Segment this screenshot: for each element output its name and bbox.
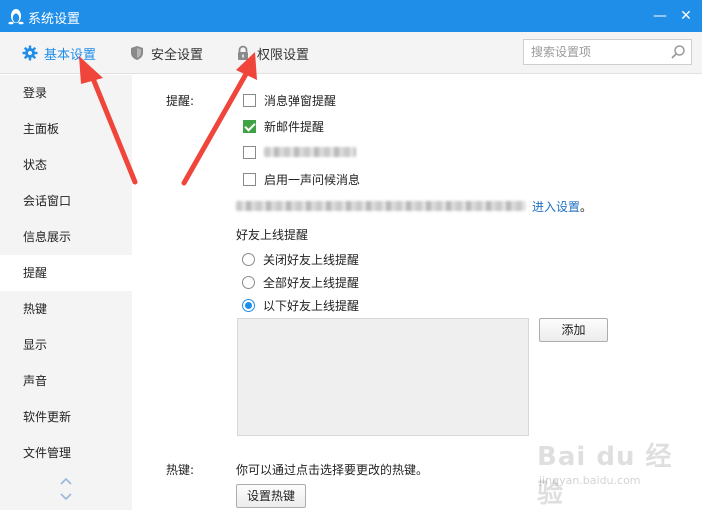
sidebar-item-status[interactable]: 状态 bbox=[0, 147, 132, 183]
option-blurred[interactable] bbox=[243, 144, 356, 160]
hotkey-section-label: 热键: bbox=[166, 463, 195, 477]
tab-security-settings[interactable]: 安全设置 bbox=[129, 32, 203, 74]
option-all-friend-online-label: 全部好友上线提醒 bbox=[263, 275, 360, 290]
sidebar-item-reminder[interactable]: 提醒 bbox=[0, 255, 132, 291]
title-bar: 系统设置 — ✕ bbox=[0, 0, 702, 32]
sidebar-item-sound[interactable]: 声音 bbox=[0, 363, 132, 399]
tab-basic-settings-label: 基本设置 bbox=[44, 47, 97, 63]
blurred-description bbox=[236, 201, 526, 211]
sidebar-item-hotkey[interactable]: 热键 bbox=[0, 291, 132, 327]
sidebar-item-chat-window[interactable]: 会话窗口 bbox=[0, 183, 132, 219]
friend-list-box[interactable] bbox=[237, 318, 529, 436]
search-input[interactable] bbox=[524, 40, 664, 64]
sidebar-item-login[interactable]: 登录 bbox=[0, 75, 132, 111]
tab-permission-settings-label: 权限设置 bbox=[257, 47, 310, 63]
tab-bar: 基本设置 安全设置 权限设置 bbox=[0, 32, 702, 74]
close-button[interactable]: ✕ bbox=[676, 6, 696, 26]
sidebar-item-software-update[interactable]: 软件更新 bbox=[0, 399, 132, 435]
reminder-section-label: 提醒: bbox=[166, 94, 195, 108]
sidebar: 登录 主面板 状态 会话窗口 信息展示 提醒 热键 显示 声音 软件更新 文件管… bbox=[0, 75, 132, 510]
blurred-setting-row: 进入设置 。 bbox=[236, 198, 592, 214]
option-new-mail[interactable]: 新邮件提醒 bbox=[243, 118, 324, 134]
option-selected-friend-online-label: 以下好友上线提醒 bbox=[263, 298, 360, 313]
checkbox-greeting[interactable] bbox=[243, 172, 256, 186]
sidebar-scroll-arrows[interactable] bbox=[58, 474, 74, 504]
chevron-down-icon bbox=[60, 493, 72, 501]
add-friend-button[interactable]: 添加 bbox=[539, 318, 608, 342]
search-icon[interactable] bbox=[670, 44, 686, 60]
sidebar-item-main-panel[interactable]: 主面板 bbox=[0, 111, 132, 147]
option-new-mail-label: 新邮件提醒 bbox=[264, 119, 325, 134]
minimize-button[interactable]: — bbox=[650, 6, 670, 26]
watermark-sub: jingyan.baidu.com bbox=[539, 474, 641, 487]
gear-icon bbox=[22, 45, 38, 61]
hotkey-description: 你可以通过点击选择要更改的热键。 bbox=[236, 463, 429, 477]
option-message-popup-label: 消息弹窗提醒 bbox=[264, 93, 337, 108]
radio-selected-friend-online[interactable] bbox=[242, 298, 255, 312]
tab-permission-settings[interactable]: 权限设置 bbox=[235, 32, 309, 74]
sidebar-item-display[interactable]: 显示 bbox=[0, 327, 132, 363]
option-all-friend-online[interactable]: 全部好友上线提醒 bbox=[242, 274, 359, 290]
shield-icon bbox=[131, 46, 143, 60]
search-box bbox=[523, 39, 692, 65]
radio-all-friend-online[interactable] bbox=[242, 275, 255, 289]
checkbox-blurred[interactable] bbox=[243, 145, 256, 159]
lock-icon bbox=[238, 45, 248, 60]
sidebar-item-file-management[interactable]: 文件管理 bbox=[0, 435, 132, 471]
option-greeting-label: 启用一声问候消息 bbox=[264, 172, 361, 187]
window-title: 系统设置 bbox=[28, 12, 81, 27]
baidu-watermark: Bai du 经验 jingyan.baidu.com bbox=[537, 436, 697, 509]
tab-security-settings-label: 安全设置 bbox=[151, 47, 204, 63]
enter-settings-suffix: 。 bbox=[580, 199, 593, 214]
watermark-main: Bai du 经验 bbox=[537, 442, 673, 509]
checkbox-message-popup[interactable] bbox=[243, 93, 256, 107]
radio-close-friend-online[interactable] bbox=[242, 252, 255, 266]
blurred-option-label bbox=[264, 147, 356, 157]
option-close-friend-online[interactable]: 关闭好友上线提醒 bbox=[242, 251, 359, 267]
friend-online-title: 好友上线提醒 bbox=[236, 228, 309, 242]
checkbox-new-mail[interactable] bbox=[243, 119, 256, 133]
sidebar-item-info-display[interactable]: 信息展示 bbox=[0, 219, 132, 255]
set-hotkey-button[interactable]: 设置热键 bbox=[236, 484, 306, 508]
option-greeting[interactable]: 启用一声问候消息 bbox=[243, 171, 360, 187]
tab-basic-settings[interactable]: 基本设置 bbox=[22, 32, 96, 74]
option-close-friend-online-label: 关闭好友上线提醒 bbox=[263, 252, 360, 267]
chevron-up-icon bbox=[60, 477, 72, 485]
enter-settings-link[interactable]: 进入设置 bbox=[532, 198, 580, 215]
qq-penguin-icon bbox=[8, 9, 24, 25]
option-message-popup[interactable]: 消息弹窗提醒 bbox=[243, 92, 336, 108]
option-selected-friend-online[interactable]: 以下好友上线提醒 bbox=[242, 297, 359, 313]
